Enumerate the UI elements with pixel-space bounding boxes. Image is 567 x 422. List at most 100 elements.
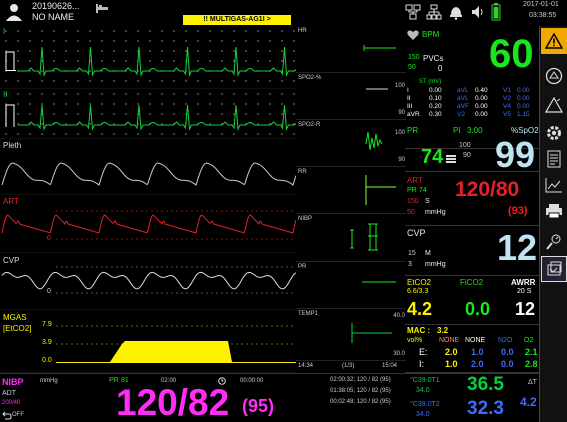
st-cell: aVR xyxy=(407,111,420,118)
spo2-pr-label: PR xyxy=(407,126,419,135)
pleth-waveform[interactable]: Pleth xyxy=(0,139,296,195)
cvp-value: 12 xyxy=(497,227,538,268)
ecg-trace xyxy=(5,46,296,77)
trend-timebar[interactable]: 14:34 (1/3) 15:04 xyxy=(296,361,406,373)
volume-icon[interactable] xyxy=(470,4,486,20)
alarm-banner[interactable]: !! MULTIGAS-AG1I > xyxy=(183,15,291,25)
st-row: aVR 0.30 V2 0.00 V5 1.15 xyxy=(407,111,539,119)
trend-rr[interactable]: RR xyxy=(296,167,406,214)
ecg-lead-i-waveform[interactable]: I xyxy=(0,26,296,89)
bottom-panel: NIBP mmHg PR 81 02:00 00:00:00 ADT 200/4… xyxy=(0,373,539,422)
report-icon[interactable] xyxy=(541,146,567,172)
gas-col-o2: O2 xyxy=(524,337,534,344)
trend-temp[interactable]: TEMP1 40.0 30.0 xyxy=(296,309,406,361)
freeze-icon[interactable] xyxy=(541,256,567,282)
system-date: 2017-01-01 xyxy=(523,1,559,8)
nibp-value: 120/82 xyxy=(116,382,230,422)
signal-bars-icon xyxy=(446,154,456,164)
nibp-history[interactable]: 02:00:32; 120 / 82 (95) 01:38:05; 120 / 8… xyxy=(330,377,412,410)
st-cell: 0.00 xyxy=(517,95,530,102)
awrr-range: 20 S xyxy=(517,288,532,295)
gas-col-none-2: NONE xyxy=(465,337,486,344)
st-label: ST (mV) xyxy=(419,79,442,85)
hr-value: 60 xyxy=(489,32,534,76)
agent-panel[interactable]: MAC : 3.2 vol% NONE NONE N2O O2 E: I: 2.… xyxy=(405,325,539,373)
st-cell: 0.00 xyxy=(475,95,488,102)
co2-panel[interactable]: EtCO2 6.6/3.3 4.2 FiCO2 0.0 AWRR 20 S 12 xyxy=(405,276,539,325)
settings-icon[interactable] xyxy=(541,120,567,146)
cvp-upper: 15 xyxy=(408,250,416,257)
st-cell: 0.20 xyxy=(429,103,442,110)
system-time: 03:38:55 xyxy=(529,12,557,19)
st-row: II 0.10 aVL 0.00 V2 0.00 xyxy=(407,95,539,103)
nibp-label[interactable]: NIBP xyxy=(2,377,24,387)
quick-keys-sidebar xyxy=(539,26,567,422)
st-cell: aVF xyxy=(457,103,469,110)
trend-icon[interactable] xyxy=(541,172,567,198)
st-cell: 0.40 xyxy=(475,87,488,94)
trend-page[interactable]: (1/3) xyxy=(342,363,354,369)
st-cell: I xyxy=(407,87,409,94)
awrr-label: AWRR xyxy=(511,278,536,287)
lan-icon xyxy=(426,4,442,20)
co2-trace xyxy=(56,325,296,363)
trend-line xyxy=(365,175,396,205)
pleth-trace xyxy=(1,162,296,186)
nibp-icon[interactable] xyxy=(541,229,567,255)
ecg-lead-ii-waveform[interactable]: II xyxy=(0,89,296,139)
cvp-panel[interactable]: CVP 15 M 3 mmHg 12 xyxy=(405,226,539,276)
alarm-reset-icon[interactable] xyxy=(541,92,567,118)
heart-icon xyxy=(407,30,419,41)
cvp-waveform[interactable]: CVP 0 xyxy=(0,253,296,310)
nibp-countdown: 00:00:00 xyxy=(240,378,264,384)
nibp-history-entry: 01:38:05; 120 / 82 (95) xyxy=(330,388,391,394)
patient-icon[interactable] xyxy=(4,2,24,22)
temp-t1-value: 36.5 xyxy=(467,374,504,395)
nibp-limits: 200/40 xyxy=(2,400,21,406)
trend-hr[interactable]: HR xyxy=(296,26,406,73)
undo-icon[interactable] xyxy=(2,411,12,420)
st-cell: III xyxy=(407,103,413,110)
trend-pr[interactable]: PR xyxy=(296,262,406,309)
art-waveform[interactable]: ART 0 xyxy=(0,195,296,253)
trend-line xyxy=(362,281,396,283)
spo2-panel[interactable]: PR PI 3.00 %SpO2 74 100 90 99 xyxy=(405,120,539,175)
nibp-off-label: OFF xyxy=(12,412,24,418)
gas-value: 2.0 xyxy=(445,347,458,357)
fico2-value: 0.0 xyxy=(465,299,491,319)
pvc-label: PVCs xyxy=(423,54,444,63)
pvc-lower: 50 xyxy=(408,64,416,71)
trend-line xyxy=(365,131,383,151)
art-trace xyxy=(1,210,296,240)
gas-col-none-1: NONE xyxy=(439,337,460,344)
art-lower: 50 xyxy=(407,209,415,216)
trend-spo2-r[interactable]: SPO2-R 100 90 xyxy=(296,120,406,167)
pvc-upper: 150 xyxy=(408,54,420,61)
cvp-lower: 3 xyxy=(408,261,412,268)
st-cell: 0.10 xyxy=(429,95,442,102)
bed-icon xyxy=(96,2,108,14)
st-cell: 0.00 xyxy=(517,87,530,94)
etco2-waveform[interactable]: MGAS [EtCO2] 7.9 3.9 0.0 xyxy=(0,310,296,373)
trend-nibp[interactable]: NIBP xyxy=(296,214,406,262)
alarm-pause-icon[interactable] xyxy=(448,4,464,20)
st-cell: aVL xyxy=(457,87,469,94)
delta-t-label: ΔT xyxy=(528,379,537,386)
art-panel[interactable]: ART PR 74 150 S 50 mmHg 120/80 (93) xyxy=(405,172,539,226)
network-icon xyxy=(405,4,421,20)
art-upper: 150 xyxy=(407,198,419,205)
print-icon[interactable] xyxy=(541,198,567,224)
trend-spo2-pct[interactable]: SPO2-% 100 90 xyxy=(296,73,406,120)
gas-value: 0.0 xyxy=(501,359,514,369)
spo2-value: 99 xyxy=(495,134,536,175)
silence-icon[interactable] xyxy=(541,63,567,89)
cvp-trace xyxy=(1,266,296,294)
temp-t2-value: 32.3 xyxy=(467,398,504,419)
st-cell: 0.00 xyxy=(475,111,488,118)
st-cell: 0.00 xyxy=(475,103,488,110)
st-cell: V4 xyxy=(503,103,511,110)
delta-t-value: 4.2 xyxy=(520,395,537,409)
patient-id: 20190626... xyxy=(32,1,80,11)
alarm-warning-icon[interactable] xyxy=(541,28,567,54)
temp-t1-limit: 34.0 xyxy=(416,387,430,394)
